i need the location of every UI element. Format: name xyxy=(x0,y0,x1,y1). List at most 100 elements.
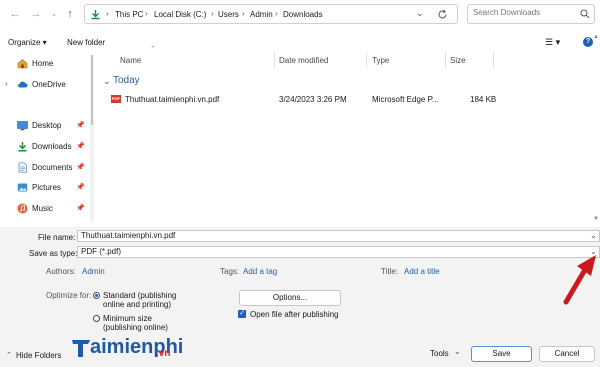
nav-item-onedrive[interactable]: › OneDrive xyxy=(0,76,90,94)
file-size: 184 KB xyxy=(470,95,497,104)
nav-item-music[interactable]: Music 📌 xyxy=(0,200,90,218)
pin-icon[interactable]: 📌 xyxy=(76,204,85,212)
music-icon xyxy=(17,203,28,214)
file-list-scrollbar[interactable]: ▲ ▼ xyxy=(593,34,599,224)
nav-item-label: Desktop xyxy=(32,121,62,130)
tools-dropdown-chevron-icon[interactable]: ⌄ xyxy=(454,347,461,356)
nav-item-label: Home xyxy=(32,59,54,68)
tags-label: Tags: xyxy=(220,267,240,276)
search-box[interactable] xyxy=(467,4,595,24)
sort-caret-icon: ⌃ xyxy=(150,46,156,53)
column-header-name[interactable]: Name xyxy=(120,56,141,65)
open-after-publishing-checkbox[interactable]: ✓ xyxy=(238,310,246,318)
pin-icon[interactable]: 📌 xyxy=(76,163,85,171)
file-date: 3/24/2023 3:26 PM xyxy=(279,95,347,104)
file-name-label: File name: xyxy=(38,233,76,242)
download-icon xyxy=(18,142,27,152)
file-name: Thuthuat.taimienphi.vn.pdf xyxy=(125,95,220,104)
hide-folders-caret-icon[interactable]: ⌃ xyxy=(6,351,12,359)
breadcrumb-separator-icon: › xyxy=(242,9,245,18)
breadcrumb-local-disk[interactable]: Local Disk (C:) xyxy=(154,10,206,19)
nav-item-label: OneDrive xyxy=(32,80,66,89)
authors-value[interactable]: Admin xyxy=(82,267,105,276)
optimize-standard-label[interactable]: Standard (publishing online and printing… xyxy=(103,291,183,309)
scrollbar-thumb[interactable] xyxy=(91,55,93,125)
cancel-button[interactable]: Cancel xyxy=(539,346,595,362)
forward-arrow-icon[interactable]: → xyxy=(29,7,43,21)
nav-item-downloads[interactable]: Downloads 📌 xyxy=(0,138,90,156)
cloud-icon xyxy=(18,81,28,88)
download-folder-icon xyxy=(91,10,100,20)
recent-locations-chevron-icon[interactable]: ⌄ xyxy=(47,7,61,21)
breadcrumb-this-pc[interactable]: This PC xyxy=(115,10,143,19)
file-row[interactable]: PDF Thuthuat.taimienphi.vn.pdf 3/24/2023… xyxy=(108,92,498,107)
up-arrow-icon[interactable]: ↑ xyxy=(63,7,77,21)
column-header-type[interactable]: Type xyxy=(372,56,389,65)
brand-suffix-text: .vn xyxy=(156,348,171,359)
optimize-standard-radio[interactable] xyxy=(93,292,100,299)
optimize-minimum-label[interactable]: Minimum size (publishing online) xyxy=(103,314,177,332)
back-arrow-icon[interactable]: ← xyxy=(8,7,22,21)
file-type: Microsoft Edge P... xyxy=(372,95,439,104)
save-button[interactable]: Save xyxy=(471,346,532,362)
tools-menu-button[interactable]: Tools xyxy=(430,349,449,358)
authors-label: Authors: xyxy=(46,267,76,276)
scroll-up-icon[interactable]: ▲ xyxy=(593,34,599,40)
optimize-minimum-radio[interactable] xyxy=(93,315,100,322)
save-as-type-select[interactable]: PDF (*.pdf) ⌄ xyxy=(77,246,600,258)
expand-chevron-icon[interactable]: › xyxy=(5,79,8,88)
view-options-icon[interactable]: ☰ ▾ xyxy=(545,37,560,48)
title-label: Title: xyxy=(381,267,399,276)
search-icon xyxy=(580,9,590,19)
new-folder-button[interactable]: New folder xyxy=(67,38,105,47)
nav-item-label: Music xyxy=(32,204,53,213)
group-header-today[interactable]: Today xyxy=(113,75,140,86)
tags-value[interactable]: Add a tag xyxy=(243,267,277,276)
search-input[interactable] xyxy=(473,8,573,17)
hide-folders-button[interactable]: Hide Folders xyxy=(16,351,61,360)
breadcrumb-separator-icon: › xyxy=(211,9,214,18)
brand-logo-icon xyxy=(72,340,90,357)
options-button[interactable]: Options... xyxy=(239,290,341,306)
nav-item-desktop[interactable]: Desktop 📌 xyxy=(0,117,90,135)
column-divider[interactable] xyxy=(493,52,494,68)
pin-icon[interactable]: 📌 xyxy=(76,121,85,129)
help-icon[interactable]: ? xyxy=(583,37,593,47)
breadcrumb-separator-icon: › xyxy=(275,9,278,18)
nav-item-pictures[interactable]: Pictures 📌 xyxy=(0,179,90,197)
breadcrumb-users[interactable]: Users xyxy=(218,10,239,19)
file-name-dropdown-chevron-icon[interactable]: ⌄ xyxy=(590,231,597,241)
column-header-date-modified[interactable]: Date modified xyxy=(279,56,328,65)
scroll-down-icon[interactable]: ▼ xyxy=(593,216,599,222)
pictures-icon xyxy=(17,183,28,192)
breadcrumb-downloads[interactable]: Downloads xyxy=(283,10,323,19)
pin-icon[interactable]: 📌 xyxy=(76,183,85,191)
home-icon xyxy=(17,59,28,69)
group-collapse-chevron-icon[interactable]: ⌄ xyxy=(103,76,111,87)
breadcrumb-admin[interactable]: Admin xyxy=(250,10,273,19)
nav-item-label: Pictures xyxy=(32,183,61,192)
optimize-for-label: Optimize for: xyxy=(46,291,92,300)
address-bar[interactable]: › This PC › Local Disk (C:) › Users › Ad… xyxy=(84,4,458,24)
column-header-size[interactable]: Size xyxy=(450,56,466,65)
address-dropdown-chevron-icon[interactable]: ⌄ xyxy=(416,8,424,19)
column-divider[interactable] xyxy=(274,52,275,68)
title-value[interactable]: Add a title xyxy=(404,267,440,276)
nav-item-documents[interactable]: Documents 📌 xyxy=(0,159,90,177)
column-divider[interactable] xyxy=(366,52,367,68)
organize-menu-button[interactable]: Organize ▾ xyxy=(8,38,47,47)
save-as-type-label: Save as type: xyxy=(29,249,78,258)
pin-icon[interactable]: 📌 xyxy=(76,142,85,150)
nav-item-home[interactable]: Home xyxy=(0,55,90,73)
breadcrumb-separator-icon: › xyxy=(145,9,148,18)
open-after-publishing-label[interactable]: Open file after publishing xyxy=(250,310,339,319)
refresh-icon[interactable] xyxy=(437,9,448,20)
documents-icon xyxy=(18,162,27,173)
pdf-file-icon: PDF xyxy=(111,95,121,103)
column-divider[interactable] xyxy=(445,52,446,68)
file-name-field[interactable]: Thuthuat.taimienphi.vn.pdf ⌄ xyxy=(77,230,600,242)
nav-item-label: Documents xyxy=(32,163,73,172)
nav-pane-scrollbar[interactable] xyxy=(90,55,94,223)
file-name-value: Thuthuat.taimienphi.vn.pdf xyxy=(81,231,176,240)
breadcrumb-separator-icon: › xyxy=(106,9,109,18)
